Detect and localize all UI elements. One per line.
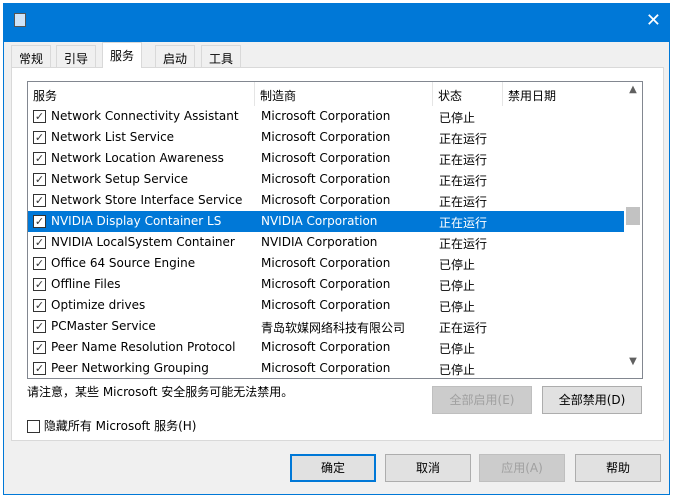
service-row[interactable]: ✓ Peer Networking Grouping Microsoft Cor… <box>28 358 624 378</box>
enable-all-button[interactable]: 全部启用(E) <box>432 386 532 414</box>
tab-services[interactable]: 服务 <box>102 42 143 68</box>
service-checkbox[interactable]: ✓ <box>33 194 46 207</box>
service-manufacturer: Microsoft Corporation <box>261 361 391 375</box>
service-manufacturer: Microsoft Corporation <box>261 109 391 123</box>
service-manufacturer: NVIDIA Corporation <box>261 235 378 249</box>
service-status: 正在运行 <box>439 216 488 230</box>
scroll-up-icon[interactable]: ▲ <box>624 84 642 104</box>
services-list[interactable]: ^ 服务 制造商 状态 禁用日期 ✓ Network Connectivity A… <box>27 81 643 379</box>
service-checkbox[interactable]: ✓ <box>33 278 46 291</box>
vertical-scrollbar[interactable]: ▲ ▼ <box>624 82 642 378</box>
service-manufacturer: Microsoft Corporation <box>261 298 391 312</box>
service-row[interactable]: ✓ Network Store Interface Service Micros… <box>28 190 624 211</box>
service-row[interactable]: ✓ NVIDIA Display Container LS NVIDIA Cor… <box>28 211 624 232</box>
service-checkbox[interactable]: ✓ <box>33 299 46 312</box>
service-manufacturer: Microsoft Corporation <box>261 193 391 207</box>
service-name: PCMaster Service <box>51 319 156 333</box>
service-name: Network Connectivity Assistant <box>51 109 239 123</box>
close-button[interactable]: ✕ <box>646 10 661 31</box>
disable-all-button[interactable]: 全部禁用(D) <box>542 386 642 414</box>
scroll-down-icon[interactable]: ▼ <box>624 356 642 376</box>
column-status[interactable]: 状态 <box>433 82 503 106</box>
scrollbar-thumb[interactable] <box>626 207 640 225</box>
service-row[interactable]: ✓ Network List Service Microsoft Corpora… <box>28 127 624 148</box>
service-name: Peer Name Resolution Protocol <box>51 340 236 354</box>
warning-note: 请注意，某些 Microsoft 安全服务可能无法禁用。 <box>27 385 294 399</box>
service-name: Network List Service <box>51 130 175 144</box>
sort-ascending-icon: ^ <box>136 81 145 87</box>
service-row[interactable]: ✓ Network Setup Service Microsoft Corpor… <box>28 169 624 190</box>
service-row[interactable]: ✓ Network Connectivity Assistant Microso… <box>28 106 624 127</box>
service-status: 正在运行 <box>439 237 488 251</box>
service-status: 正在运行 <box>439 321 488 335</box>
service-name: NVIDIA Display Container LS <box>51 214 222 228</box>
service-name: Network Location Awareness <box>51 151 224 165</box>
column-manufacturer[interactable]: 制造商 <box>255 82 433 106</box>
service-name: Network Store Interface Service <box>51 193 243 207</box>
service-name: Offline Files <box>51 277 121 291</box>
service-manufacturer: NVIDIA Corporation <box>261 214 378 228</box>
ok-button[interactable]: 确定 <box>290 454 376 482</box>
service-checkbox[interactable]: ✓ <box>33 131 46 144</box>
msconfig-window: ✕ 常规 引导 服务 启动 工具 ^ 服务 制造商 状态 禁用日期 ✓ Netwo… <box>3 3 670 495</box>
service-row[interactable]: ✓ Peer Name Resolution Protocol Microsof… <box>28 337 624 358</box>
cancel-button[interactable]: 取消 <box>385 454 471 482</box>
service-name: NVIDIA LocalSystem Container <box>51 235 235 249</box>
service-name: Optimize drives <box>51 298 146 312</box>
service-status: 已停止 <box>439 342 476 356</box>
service-checkbox[interactable]: ✓ <box>33 236 46 249</box>
service-manufacturer: 青岛软媒网络科技有限公司 <box>261 321 406 335</box>
service-checkbox[interactable]: ✓ <box>33 320 46 333</box>
service-manufacturer: Microsoft Corporation <box>261 172 391 186</box>
tab-general[interactable]: 常规 <box>11 45 52 67</box>
service-row[interactable]: ✓ Optimize drives Microsoft Corporation … <box>28 295 624 316</box>
apply-button[interactable]: 应用(A) <box>479 454 565 482</box>
list-header: ^ 服务 制造商 状态 禁用日期 <box>28 82 624 106</box>
service-status: 已停止 <box>439 258 476 272</box>
service-row[interactable]: ✓ NVIDIA LocalSystem Container NVIDIA Co… <box>28 232 624 253</box>
service-name: Peer Networking Grouping <box>51 361 209 375</box>
service-checkbox[interactable]: ✓ <box>33 215 46 228</box>
service-name: Office 64 Source Engine <box>51 256 196 270</box>
hide-microsoft-services-checkbox[interactable]: 隐藏所有 Microsoft 服务(H) <box>27 417 196 434</box>
service-status: 正在运行 <box>439 132 488 146</box>
service-row[interactable]: ✓ Office 64 Source Engine Microsoft Corp… <box>28 253 624 274</box>
service-checkbox[interactable]: ✓ <box>33 152 46 165</box>
service-status: 正在运行 <box>439 153 488 167</box>
service-row[interactable]: ✓ PCMaster Service 青岛软媒网络科技有限公司 正在运行 <box>28 316 624 337</box>
title-bar: ✕ <box>4 4 669 42</box>
help-button[interactable]: 帮助 <box>575 454 661 482</box>
service-name: Network Setup Service <box>51 172 189 186</box>
service-status: 正在运行 <box>439 174 488 188</box>
column-disabled-date[interactable]: 禁用日期 <box>503 82 624 106</box>
hide-ms-label: 隐藏所有 Microsoft 服务(H) <box>43 419 197 433</box>
tab-startup[interactable]: 启动 <box>155 45 196 67</box>
tab-tools[interactable]: 工具 <box>201 45 242 67</box>
service-checkbox[interactable]: ✓ <box>33 257 46 270</box>
service-row[interactable]: ✓ Offline Files Microsoft Corporation 已停… <box>28 274 624 295</box>
service-manufacturer: Microsoft Corporation <box>261 256 391 270</box>
service-status: 已停止 <box>439 363 476 377</box>
service-status: 已停止 <box>439 300 476 314</box>
service-checkbox[interactable]: ✓ <box>33 341 46 354</box>
column-service[interactable]: ^ 服务 <box>28 82 255 106</box>
service-manufacturer: Microsoft Corporation <box>261 277 391 291</box>
services-panel: ^ 服务 制造商 状态 禁用日期 ✓ Network Connectivity A… <box>11 67 664 441</box>
checkbox[interactable] <box>27 420 40 433</box>
service-manufacturer: Microsoft Corporation <box>261 340 391 354</box>
app-icon <box>14 13 26 27</box>
service-status: 已停止 <box>439 111 476 125</box>
service-manufacturer: Microsoft Corporation <box>261 130 391 144</box>
tab-boot[interactable]: 引导 <box>56 45 97 67</box>
service-checkbox[interactable]: ✓ <box>33 110 46 123</box>
service-status: 正在运行 <box>439 195 488 209</box>
service-checkbox[interactable]: ✓ <box>33 362 46 375</box>
service-row[interactable]: ✓ Network Location Awareness Microsoft C… <box>28 148 624 169</box>
service-checkbox[interactable]: ✓ <box>33 173 46 186</box>
service-status: 已停止 <box>439 279 476 293</box>
service-manufacturer: Microsoft Corporation <box>261 151 391 165</box>
